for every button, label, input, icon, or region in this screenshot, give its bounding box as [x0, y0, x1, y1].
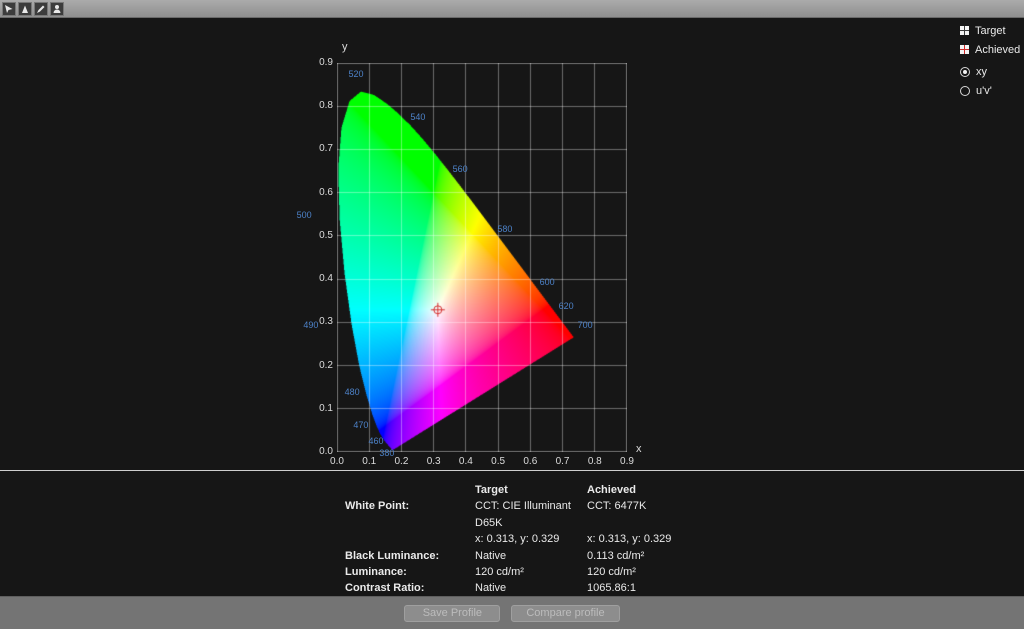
- pencil-tool-button[interactable]: [34, 2, 48, 16]
- table-row-label: Black Luminance:: [345, 548, 475, 564]
- legend-target-label: Target: [975, 25, 1006, 37]
- chart-area: y x 0.00.00.10.10.20.20.30.30.40.40.50.5…: [0, 18, 1024, 470]
- app-window: y x 0.00.00.10.10.20.20.30.30.40.40.50.5…: [0, 0, 1024, 629]
- pen-icon: [20, 4, 30, 14]
- radio-xy-label: xy: [976, 66, 987, 78]
- x-axis-tick: 0.3: [427, 456, 441, 467]
- x-axis-title: x: [636, 443, 642, 455]
- wavelength-label: 490: [303, 320, 318, 330]
- save-profile-button[interactable]: Save Profile: [404, 605, 500, 622]
- x-axis-tick: 0.2: [394, 456, 408, 467]
- wavelength-label: 700: [578, 320, 593, 330]
- separator-line: [0, 470, 1024, 471]
- chart-legend: Target Achieved xy u'v': [960, 21, 1020, 100]
- cie-diagram-canvas: [337, 63, 627, 452]
- x-axis-tick: 0.7: [556, 456, 570, 467]
- wavelength-label: 480: [345, 387, 360, 397]
- table-target-cell: Native: [475, 548, 587, 564]
- achieved-marker-icon: [960, 45, 969, 54]
- radio-uv-icon[interactable]: [960, 86, 970, 96]
- table-corner-cell: [345, 482, 475, 498]
- pointer-icon: [4, 4, 14, 14]
- radio-uv-label: u'v': [976, 85, 992, 97]
- pointer-tool-button[interactable]: [2, 2, 16, 16]
- x-axis-tick: 0.8: [588, 456, 602, 467]
- wavelength-label: 460: [368, 436, 383, 446]
- y-axis-tick: 0.9: [305, 57, 333, 68]
- toolbar: [0, 0, 1024, 18]
- table-row-label: White Point:: [345, 498, 475, 531]
- table-target-cell: CCT: CIE Illuminant D65K: [475, 498, 587, 531]
- bottom-bar: Save Profile Compare profile: [0, 596, 1024, 629]
- x-axis-tick: 0.5: [491, 456, 505, 467]
- x-axis-tick: 0.4: [459, 456, 473, 467]
- table-target-cell: Native: [475, 580, 587, 596]
- wavelength-label: 540: [410, 112, 425, 122]
- y-axis-tick: 0.8: [305, 100, 333, 111]
- compare-profile-button[interactable]: Compare profile: [511, 605, 619, 622]
- wavelength-label: 620: [559, 301, 574, 311]
- target-marker-icon: [960, 26, 969, 35]
- table-target-cell: 120 cd/m²: [475, 564, 587, 580]
- wavelength-label: 500: [297, 210, 312, 220]
- x-axis-tick: 0.6: [523, 456, 537, 467]
- table-row-label: Contrast Ratio:: [345, 580, 475, 596]
- wavelength-label: 380: [379, 448, 394, 458]
- y-axis-tick: 0.1: [305, 403, 333, 414]
- wavelength-label: 580: [497, 224, 512, 234]
- legend-achieved-label: Achieved: [975, 44, 1020, 56]
- table-achieved-cell: CCT: 6477K: [587, 498, 757, 531]
- table-row-label: [345, 531, 475, 547]
- wavelength-label: 470: [353, 420, 368, 430]
- y-axis-title: y: [342, 41, 348, 53]
- radio-uv-row[interactable]: u'v': [960, 81, 1020, 100]
- table-row-label: Luminance:: [345, 564, 475, 580]
- y-axis-tick: 0.5: [305, 230, 333, 241]
- wavelength-label: 560: [453, 164, 468, 174]
- table-header-target: Target: [475, 482, 587, 498]
- table-target-cell: x: 0.313, y: 0.329: [475, 531, 587, 547]
- table-achieved-cell: 0.113 cd/m²: [587, 548, 757, 564]
- y-axis-tick: 0.4: [305, 273, 333, 284]
- radio-xy-icon[interactable]: [960, 67, 970, 77]
- legend-achieved-row: Achieved: [960, 40, 1020, 59]
- y-axis-tick: 0.7: [305, 143, 333, 154]
- legend-target-row: Target: [960, 21, 1020, 40]
- x-axis-tick: 0.1: [362, 456, 376, 467]
- radio-xy-row[interactable]: xy: [960, 62, 1020, 81]
- y-axis-tick: 0.2: [305, 360, 333, 371]
- pen-tool-button[interactable]: [18, 2, 32, 16]
- x-axis-tick: 0.0: [330, 456, 344, 467]
- x-axis-tick: 0.9: [620, 456, 634, 467]
- pencil-icon: [36, 4, 46, 14]
- table-achieved-cell: 1065.86:1: [587, 580, 757, 596]
- y-axis-tick: 0.6: [305, 187, 333, 198]
- y-axis-tick: 0.0: [305, 446, 333, 457]
- table-header-achieved: Achieved: [587, 482, 757, 498]
- wavelength-label: 600: [540, 277, 555, 287]
- table-achieved-cell: 120 cd/m²: [587, 564, 757, 580]
- table-achieved-cell: x: 0.313, y: 0.329: [587, 531, 757, 547]
- measurement-table: TargetAchieved White Point:CCT: CIE Illum…: [345, 482, 757, 597]
- profile-tool-button[interactable]: [50, 2, 64, 16]
- user-icon: [52, 4, 62, 14]
- wavelength-label: 520: [348, 69, 363, 79]
